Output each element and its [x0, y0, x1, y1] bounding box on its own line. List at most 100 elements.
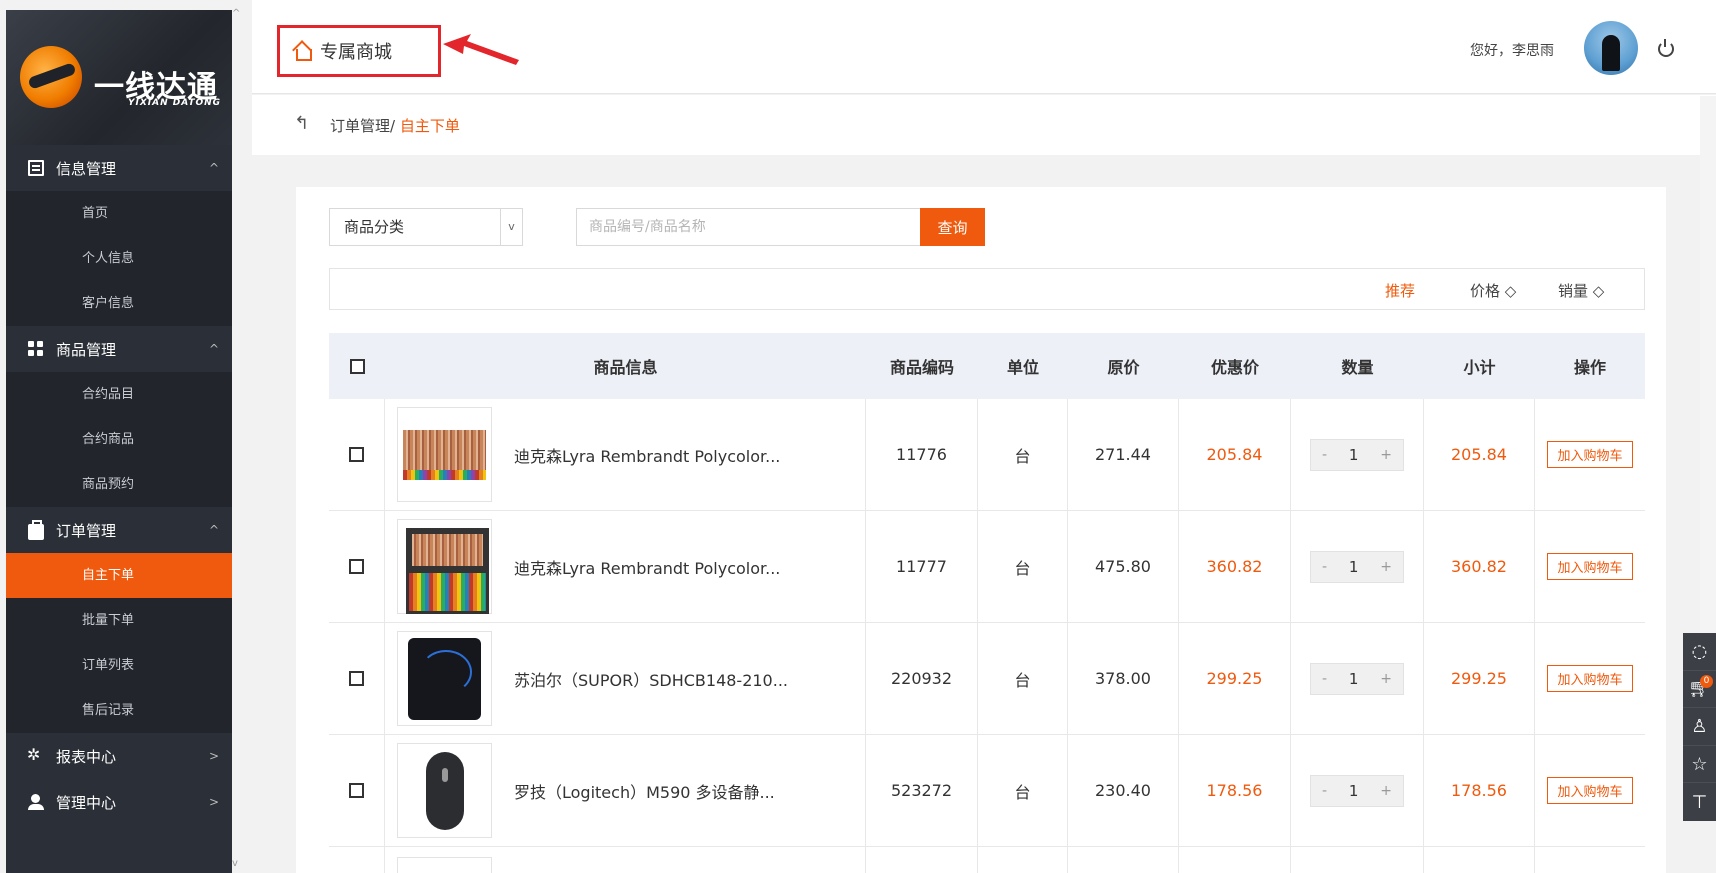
product-unit: 台: [978, 511, 1068, 622]
sidebar-item-batch-order[interactable]: 批量下单: [6, 598, 232, 643]
qty-cell: [1291, 847, 1424, 873]
logo-mark-icon: [20, 46, 82, 108]
product-info-cell: 迪克森Lyra Rembrandt Polycolor...: [385, 511, 866, 622]
brand-logo[interactable]: 一线达通 YIXIAN DATONG: [6, 10, 232, 145]
breadcrumb: 订单管理/ 自主下单: [330, 115, 460, 136]
chevron-up-icon: ^: [208, 523, 220, 537]
sidebar-item-after-sales[interactable]: 售后记录: [6, 688, 232, 733]
home-icon: [292, 42, 312, 61]
subtotal: 178.56: [1424, 735, 1535, 846]
product-thumbnail[interactable]: [397, 407, 492, 502]
col-header-qty: 数量: [1341, 358, 1374, 377]
sort-recommend[interactable]: 推荐: [1385, 280, 1415, 301]
sidebar-item-contract-goods[interactable]: 合约商品: [6, 417, 232, 462]
quantity-stepper: - 1 +: [1310, 662, 1404, 695]
scroll-up-icon[interactable]: ^: [232, 8, 244, 20]
orig-price: 230.40: [1068, 735, 1179, 846]
product-unit: [978, 847, 1068, 873]
page-scrollbar[interactable]: [1700, 96, 1716, 636]
breadcrumb-parent[interactable]: 订单管理: [330, 117, 390, 135]
qty-minus-button[interactable]: -: [1322, 671, 1327, 687]
product-name[interactable]: 迪克森Lyra Rembrandt Polycolor...: [514, 555, 780, 579]
product-thumbnail[interactable]: [397, 743, 492, 838]
col-header-orig-price: 原价: [1107, 358, 1140, 377]
menu-head-goods[interactable]: 商品管理 ^: [6, 326, 232, 372]
add-to-cart-button[interactable]: 加入购物车: [1547, 777, 1633, 804]
menu-head-label: 报表中心: [56, 747, 117, 766]
sort-sales[interactable]: 销量 ◇: [1558, 280, 1604, 301]
row-select-cell: [329, 399, 385, 510]
menu-head-orders[interactable]: 订单管理 ^: [6, 507, 232, 553]
product-thumbnail[interactable]: [397, 857, 492, 873]
menu-group-goods: 商品管理 ^ 合约品目 合约商品 商品预约: [6, 326, 232, 507]
home-link[interactable]: 专属商城: [277, 25, 441, 77]
logout-icon[interactable]: [1658, 39, 1674, 57]
favorites-icon[interactable]: ☆: [1683, 746, 1716, 784]
sidebar-item-customers[interactable]: 客户信息: [6, 281, 232, 326]
sidebar-item-profile[interactable]: 个人信息: [6, 236, 232, 281]
col-header-disc-price: 优惠价: [1210, 358, 1259, 377]
menu-head-info[interactable]: 信息管理 ^: [6, 145, 232, 191]
row-checkbox[interactable]: [349, 671, 364, 686]
qty-plus-button[interactable]: +: [1380, 783, 1392, 799]
action-cell: 加入购物车: [1535, 623, 1645, 734]
sort-price[interactable]: 价格 ◇: [1470, 280, 1516, 301]
add-to-cart-button[interactable]: 加入购物车: [1547, 441, 1633, 468]
product-name[interactable]: 罗技（Logitech）M590 多设备静...: [514, 779, 775, 803]
product-name[interactable]: 迪克森Lyra Rembrandt Polycolor...: [514, 443, 780, 467]
orig-price: 378.00: [1068, 623, 1179, 734]
row-checkbox[interactable]: [349, 559, 364, 574]
sidebar-item-order-list[interactable]: 订单列表: [6, 643, 232, 688]
menu-head-label: 管理中心: [56, 793, 117, 812]
menu-head-label: 信息管理: [56, 159, 117, 178]
customer-service-icon[interactable]: ◌: [1683, 633, 1716, 671]
back-to-top-icon[interactable]: ⊤: [1683, 783, 1716, 821]
row-checkbox[interactable]: [349, 447, 364, 462]
scroll-down-icon[interactable]: v: [232, 858, 244, 870]
qty-minus-button[interactable]: -: [1322, 447, 1327, 463]
sidebar-item-self-order[interactable]: 自主下单: [6, 553, 232, 598]
menu-head-reports[interactable]: 报表中心 >: [6, 733, 232, 779]
sidebar-item-goods-reservation[interactable]: 商品预约: [6, 462, 232, 507]
header-select-all-cell: [329, 333, 385, 399]
qty-plus-button[interactable]: +: [1380, 671, 1392, 687]
qty-plus-button[interactable]: +: [1380, 447, 1392, 463]
product-table: 商品信息 商品编码 单位 原价 优惠价 数量 小计 操作 迪克森Lyra Rem…: [329, 333, 1645, 873]
query-button[interactable]: 查询: [920, 208, 985, 246]
table-row: 苏泊尔（SUPOR）SDHCB148-210... 220932 台 378.0…: [329, 623, 1645, 735]
category-select[interactable]: 商品分类 v: [329, 208, 523, 246]
app-root: 一线达通 YIXIAN DATONG 信息管理 ^ 首页 个人信息 客户信息 商…: [0, 0, 1716, 873]
qty-value[interactable]: 1: [1349, 782, 1359, 800]
sidebar-item-home[interactable]: 首页: [6, 191, 232, 236]
chevron-down-icon: v: [500, 209, 522, 245]
menu-head-label: 订单管理: [56, 521, 117, 540]
action-cell: 加入购物车: [1535, 511, 1645, 622]
cart-icon[interactable]: 🛒︎ 0: [1683, 671, 1716, 709]
qty-value[interactable]: 1: [1349, 558, 1359, 576]
menu-head-admin[interactable]: 管理中心 >: [6, 779, 232, 825]
avatar[interactable]: [1584, 21, 1638, 75]
product-name[interactable]: 苏泊尔（SUPOR）SDHCB148-210...: [514, 667, 788, 691]
back-icon[interactable]: ↰: [294, 113, 309, 134]
add-to-cart-button[interactable]: 加入购物车: [1547, 553, 1633, 580]
select-all-checkbox[interactable]: [349, 358, 365, 374]
home-label: 专属商城: [320, 42, 392, 63]
qty-minus-button[interactable]: -: [1322, 783, 1327, 799]
qty-value[interactable]: 1: [1349, 446, 1359, 464]
cart-count-badge: 0: [1700, 674, 1713, 688]
disc-price: [1179, 847, 1291, 873]
add-to-cart-button[interactable]: 加入购物车: [1547, 665, 1633, 692]
account-icon[interactable]: ♙: [1683, 708, 1716, 746]
product-thumbnail[interactable]: [397, 631, 492, 726]
product-thumbnail[interactable]: [397, 519, 492, 614]
qty-minus-button[interactable]: -: [1322, 559, 1327, 575]
row-checkbox[interactable]: [349, 783, 364, 798]
qty-plus-button[interactable]: +: [1380, 559, 1392, 575]
search-input[interactable]: [576, 208, 921, 246]
sidebar-item-contract-categories[interactable]: 合约品目: [6, 372, 232, 417]
qty-value[interactable]: 1: [1349, 670, 1359, 688]
sidebar: 一线达通 YIXIAN DATONG 信息管理 ^ 首页 个人信息 客户信息 商…: [6, 10, 232, 873]
row-select-cell: [329, 511, 385, 622]
orig-price: 271.44: [1068, 399, 1179, 510]
qty-cell: - 1 +: [1291, 735, 1424, 846]
